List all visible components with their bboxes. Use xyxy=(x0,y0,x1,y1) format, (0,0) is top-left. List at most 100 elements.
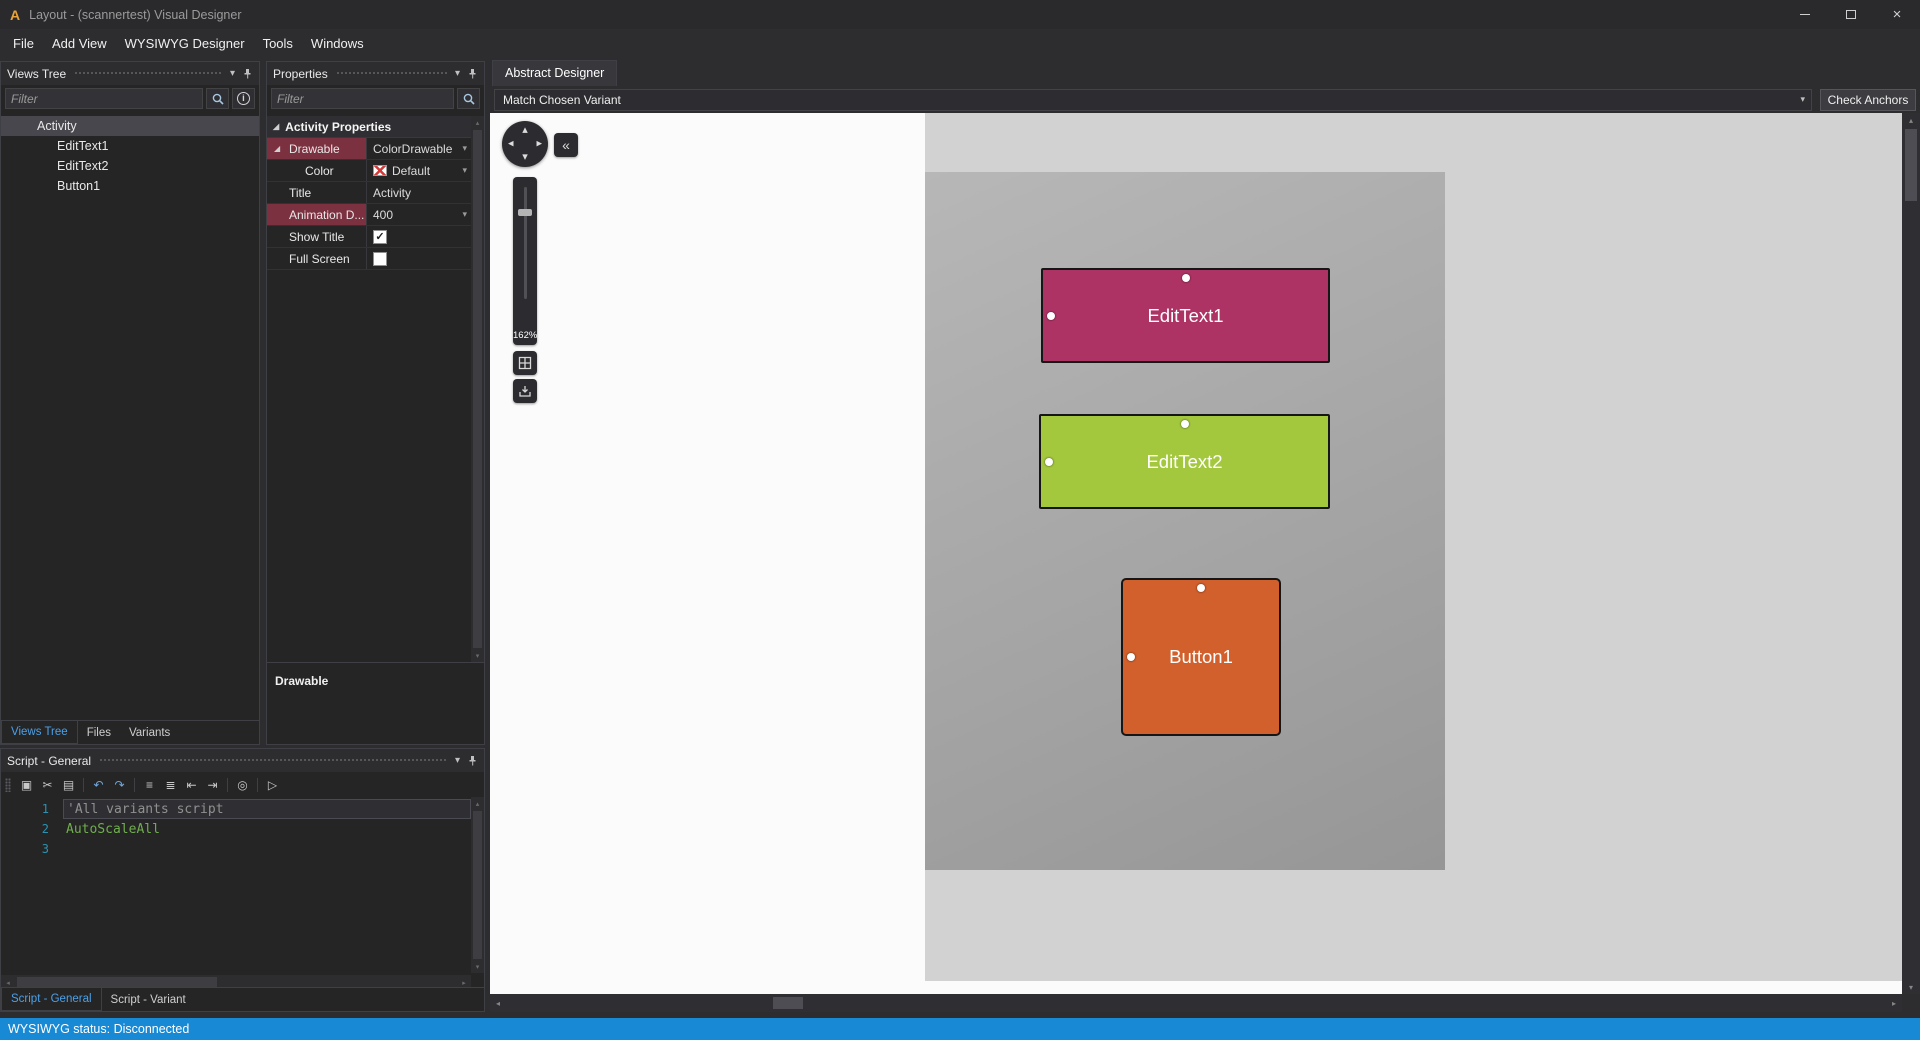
scrollbar-thumb[interactable] xyxy=(473,811,482,959)
scroll-down-icon[interactable]: ▾ xyxy=(471,649,484,662)
close-button[interactable]: × xyxy=(1874,0,1920,29)
menu-windows[interactable]: Windows xyxy=(302,31,373,56)
anchor-handle-top[interactable] xyxy=(1197,584,1205,592)
widget-edittext1[interactable]: EditText1 xyxy=(1041,268,1330,363)
tab-views-tree[interactable]: Views Tree xyxy=(1,721,78,744)
property-label[interactable]: Animation D... xyxy=(267,204,367,225)
views-search-button[interactable] xyxy=(206,88,229,109)
widget-edittext2[interactable]: EditText2 xyxy=(1039,414,1330,509)
designer-vertical-scrollbar[interactable]: ▴ ▾ xyxy=(1902,113,1920,994)
outdent-icon[interactable]: ⇤ xyxy=(182,776,201,795)
property-label[interactable]: Title xyxy=(267,182,367,203)
variant-selector[interactable]: Match Chosen Variant ▾ xyxy=(494,88,1812,111)
pin-icon[interactable] xyxy=(467,68,478,80)
views-info-button[interactable]: i xyxy=(232,88,255,109)
tree-item-button1[interactable]: Button1 xyxy=(1,176,259,196)
zoom-slider[interactable]: 162% xyxy=(513,177,537,345)
code-line[interactable]: 2 AutoScaleAll xyxy=(1,819,471,839)
anchor-handle-left[interactable] xyxy=(1047,311,1055,320)
widget-button1[interactable]: Button1 xyxy=(1121,578,1281,736)
tab-abstract-designer[interactable]: Abstract Designer xyxy=(492,60,618,86)
scroll-down-icon[interactable]: ▾ xyxy=(1902,980,1920,994)
tree-item-activity[interactable]: Activity xyxy=(1,116,259,136)
cut-icon[interactable]: ✂ xyxy=(38,776,57,795)
pin-icon[interactable] xyxy=(242,68,253,80)
tab-variants[interactable]: Variants xyxy=(120,721,179,744)
property-label[interactable]: ◢ Drawable xyxy=(267,138,367,159)
row-expand-icon[interactable]: ◢ xyxy=(274,144,280,153)
panel-menu-icon[interactable]: ▾ xyxy=(455,755,460,766)
scroll-right-icon[interactable]: ▸ xyxy=(1886,994,1902,1012)
scroll-up-icon[interactable]: ▴ xyxy=(471,116,484,129)
views-filter-input[interactable] xyxy=(5,88,203,109)
scroll-up-icon[interactable]: ▴ xyxy=(1902,113,1920,127)
property-label[interactable]: Color xyxy=(267,160,367,181)
scroll-down-icon[interactable]: ▾ xyxy=(471,960,484,973)
tab-files[interactable]: Files xyxy=(78,721,120,744)
tab-script-variant[interactable]: Script - Variant xyxy=(102,988,195,1011)
panel-menu-icon[interactable]: ▾ xyxy=(230,68,235,79)
scrollbar-thumb[interactable] xyxy=(473,130,482,648)
category-activity-properties[interactable]: ◢ Activity Properties xyxy=(267,116,471,138)
collapse-controls-button[interactable]: « xyxy=(554,133,578,157)
pan-left-icon[interactable]: ◂ xyxy=(508,138,514,150)
scroll-up-icon[interactable]: ▴ xyxy=(471,797,484,810)
check-anchors-button[interactable]: Check Anchors xyxy=(1820,88,1916,111)
code-line[interactable]: 1 'All variants script xyxy=(1,799,471,819)
property-label[interactable]: Full Screen xyxy=(267,248,367,269)
comment-icon[interactable]: ≡ xyxy=(140,776,159,795)
anchor-handle-top[interactable] xyxy=(1181,274,1190,282)
tab-script-general[interactable]: Script - General xyxy=(1,988,102,1011)
code-line[interactable]: 3 xyxy=(1,839,471,859)
properties-search-button[interactable] xyxy=(457,88,480,109)
load-layout-button[interactable] xyxy=(513,379,537,403)
zoom-slider-track[interactable] xyxy=(523,187,527,299)
scrollbar-thumb[interactable] xyxy=(773,997,803,1009)
tree-item-edittext2[interactable]: EditText2 xyxy=(1,156,259,176)
property-value-text-field[interactable]: Activity xyxy=(367,182,471,203)
pan-down-icon[interactable]: ▾ xyxy=(522,152,528,163)
scrollbar-thumb[interactable] xyxy=(1905,129,1917,201)
script-editor[interactable]: 1 'All variants script 2 AutoScaleAll 3 xyxy=(1,797,471,973)
property-value-checkbox: ✓ xyxy=(367,226,471,247)
checkbox-unchecked[interactable] xyxy=(373,251,387,266)
menu-file[interactable]: File xyxy=(4,31,43,56)
run-script-icon[interactable]: ▷ xyxy=(263,776,282,795)
pan-right-icon[interactable]: ▸ xyxy=(536,138,542,150)
property-value-dropdown[interactable]: ColorDrawable ▾ xyxy=(367,138,471,159)
pan-up-icon[interactable]: ▴ xyxy=(522,125,528,136)
checkbox-checked[interactable]: ✓ xyxy=(373,229,387,244)
zoom-slider-handle[interactable] xyxy=(518,209,532,216)
indent-icon[interactable]: ⇥ xyxy=(203,776,222,795)
anchor-handle-top[interactable] xyxy=(1180,420,1189,428)
anchor-handle-left[interactable] xyxy=(1127,653,1135,661)
tree-item-edittext1[interactable]: EditText1 xyxy=(1,136,259,156)
redo-icon[interactable]: ↷ xyxy=(110,776,129,795)
menu-tools[interactable]: Tools xyxy=(254,31,302,56)
pin-icon[interactable] xyxy=(467,755,478,767)
code-text[interactable]: AutoScaleAll xyxy=(63,819,471,839)
script-vertical-scrollbar[interactable]: ▴ ▾ xyxy=(471,797,484,973)
maximize-button[interactable] xyxy=(1828,0,1874,29)
toggle-grid-button[interactable] xyxy=(513,351,537,375)
code-text[interactable] xyxy=(63,839,471,859)
pan-control[interactable]: ▴ ▾ ◂ ▸ xyxy=(502,121,548,167)
code-text[interactable]: 'All variants script xyxy=(63,799,471,819)
property-value-dropdown[interactable]: Default ▾ xyxy=(367,160,471,181)
undo-icon[interactable]: ↶ xyxy=(89,776,108,795)
scroll-left-icon[interactable]: ◂ xyxy=(490,994,506,1012)
panel-menu-icon[interactable]: ▾ xyxy=(455,68,460,79)
minimize-button[interactable] xyxy=(1782,0,1828,29)
paste-icon[interactable]: ▤ xyxy=(59,776,78,795)
menu-add-view[interactable]: Add View xyxy=(43,31,116,56)
property-value-dropdown[interactable]: 400 ▾ xyxy=(367,204,471,225)
anchor-handle-left[interactable] xyxy=(1045,457,1053,466)
designer-horizontal-scrollbar[interactable]: ◂ ▸ xyxy=(490,994,1902,1012)
copy-icon[interactable]: ▣ xyxy=(17,776,36,795)
property-label[interactable]: Show Title xyxy=(267,226,367,247)
uncomment-icon[interactable]: ≣ xyxy=(161,776,180,795)
properties-scrollbar[interactable]: ▴ ▾ xyxy=(471,116,484,662)
find-icon[interactable]: ◎ xyxy=(233,776,252,795)
menu-wysiwyg-designer[interactable]: WYSIWYG Designer xyxy=(116,31,254,56)
properties-filter-input[interactable] xyxy=(271,88,454,109)
